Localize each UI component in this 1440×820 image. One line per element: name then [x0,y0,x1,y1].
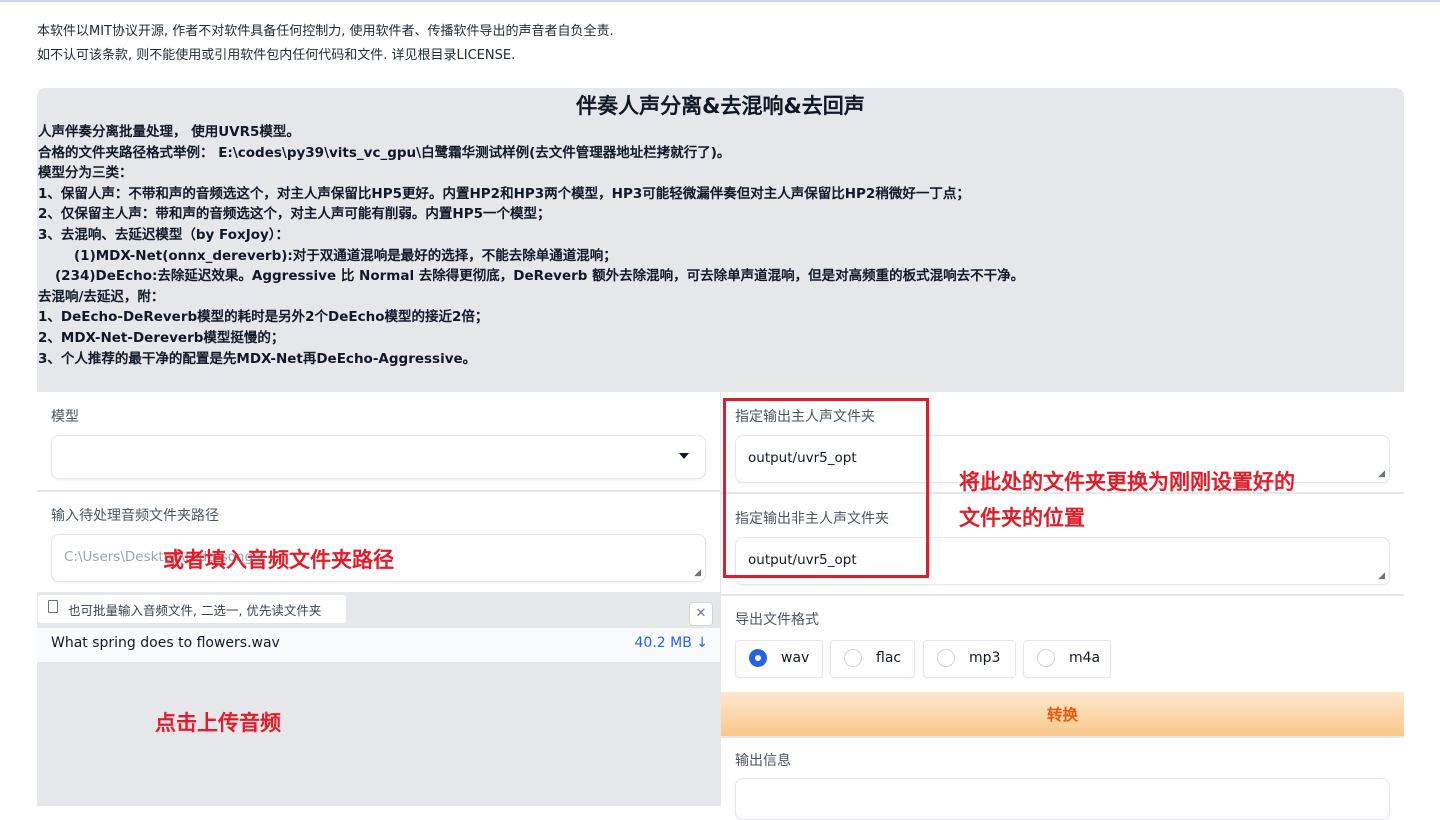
model-block: 模型 [37,392,720,490]
chevron-down-icon [679,453,689,459]
info-line: (1)MDX-Net(onnx_dereverb):对于双通道混响是最好的选择，… [74,247,617,264]
format-option-label: wav [781,650,810,666]
format-option-label: mp3 [969,650,1001,666]
convert-button[interactable]: 转换 [721,692,1404,736]
input-path-label: 输入待处理音频文件夹路径 [51,508,219,524]
format-option-wav[interactable]: wav [735,640,823,678]
format-option-mp3[interactable]: mp3 [923,640,1016,678]
info-line: 合格的文件夹路径格式举例： E:\codes\py39\vits_vc_gpu\… [38,144,731,161]
info-line: 2、MDX-Net-Dereverb模型挺慢的； [38,329,285,346]
info-line: (234)DeEcho:去除延迟效果。Aggressive 比 Normal 去… [55,268,1025,285]
format-option-m4a[interactable]: m4a [1023,640,1111,678]
license-line-2: 如不认可该条款, 则不能使用或引用软件包内任何代码和文件. 详见根目录LICEN… [37,48,516,63]
format-label: 导出文件格式 [735,612,819,628]
radio-selected-icon [749,649,767,667]
folder-annotation-line-2: 文件夹的位置 [959,506,1085,530]
highlight-box [723,398,929,578]
resize-handle-icon[interactable]: ◢ [1378,571,1385,581]
info-line: 1、DeEcho-DeReverb模型的耗时是另外2个DeEcho模型的接近2倍… [38,309,489,326]
output-info-field[interactable] [735,778,1390,820]
model-label: 模型 [51,409,79,425]
upload-annotation: 点击上传音频 [155,711,281,735]
top-border [0,0,1440,2]
info-line: 去混响/去延迟，附： [38,288,165,305]
info-line: 人声伴奏分离批量处理， 使用UVR5模型。 [38,124,300,140]
input-block: 输入待处理音频文件夹路径 C:\Users\Desktop\todo-songs… [37,492,720,592]
file-name: What spring does to flowers.wav [51,635,280,651]
license-notice: 本软件以MIT协议开源, 作者不对软件具备任何控制力, 使用软件者、传播软件导出… [37,20,614,68]
file-upload-hint[interactable]: 也可批量输入音频文件, 二选一, 优先读文件夹 [37,594,347,624]
radio-icon [1037,649,1055,667]
section-title: 伴奏人声分离&去混响&去回声 [576,94,865,118]
radio-icon [937,649,955,667]
resize-handle-icon[interactable]: ◢ [694,568,701,578]
model-dropdown[interactable] [51,435,706,479]
output-info-block: 输出信息 [721,738,1404,820]
radio-icon [844,649,862,667]
file-size-download-link[interactable]: 40.2 MB ↓ [635,635,709,651]
close-icon[interactable]: ✕ [689,602,713,626]
format-option-label: flac [876,650,902,666]
license-line-1: 本软件以MIT协议开源, 作者不对软件具备任何控制力, 使用软件者、传播软件导出… [37,24,614,39]
info-line: 3、去混响、去延迟模型（by FoxJoy）： [38,226,290,243]
info-line: 3、个人推荐的最干净的配置是先MDX-Net再DeEcho-Aggressive… [38,350,477,367]
upload-drop-area[interactable] [37,662,720,806]
file-icon [48,600,58,613]
info-line: 模型分为三类： [38,165,133,182]
instructions: 伴奏人声分离&去混响&去回声 人声伴奏分离批量处理， 使用UVR5模型。 合格的… [37,88,1404,369]
input-annotation: 或者填入音频文件夹路径 [163,548,394,572]
output-info-label: 输出信息 [735,753,791,769]
info-line: 1、保留人声：不带和声的音频选这个，对主人声保留比HP5更好。内置HP2和HP3… [38,185,970,202]
resize-handle-icon[interactable]: ◢ [1378,469,1385,479]
folder-annotation-line-1: 将此处的文件夹更换为刚刚设置好的 [959,470,1295,494]
format-option-flac[interactable]: flac [830,640,915,678]
uploaded-file-row[interactable]: What spring does to flowers.wav 40.2 MB … [37,628,720,662]
info-line: 2、仅保留主人声：带和声的音频选这个，对主人声可能有削弱。内置HP5一个模型； [38,206,551,223]
format-option-label: m4a [1069,650,1101,666]
file-upload-hint-text: 也可批量输入音频文件, 二选一, 优先读文件夹 [68,603,322,618]
